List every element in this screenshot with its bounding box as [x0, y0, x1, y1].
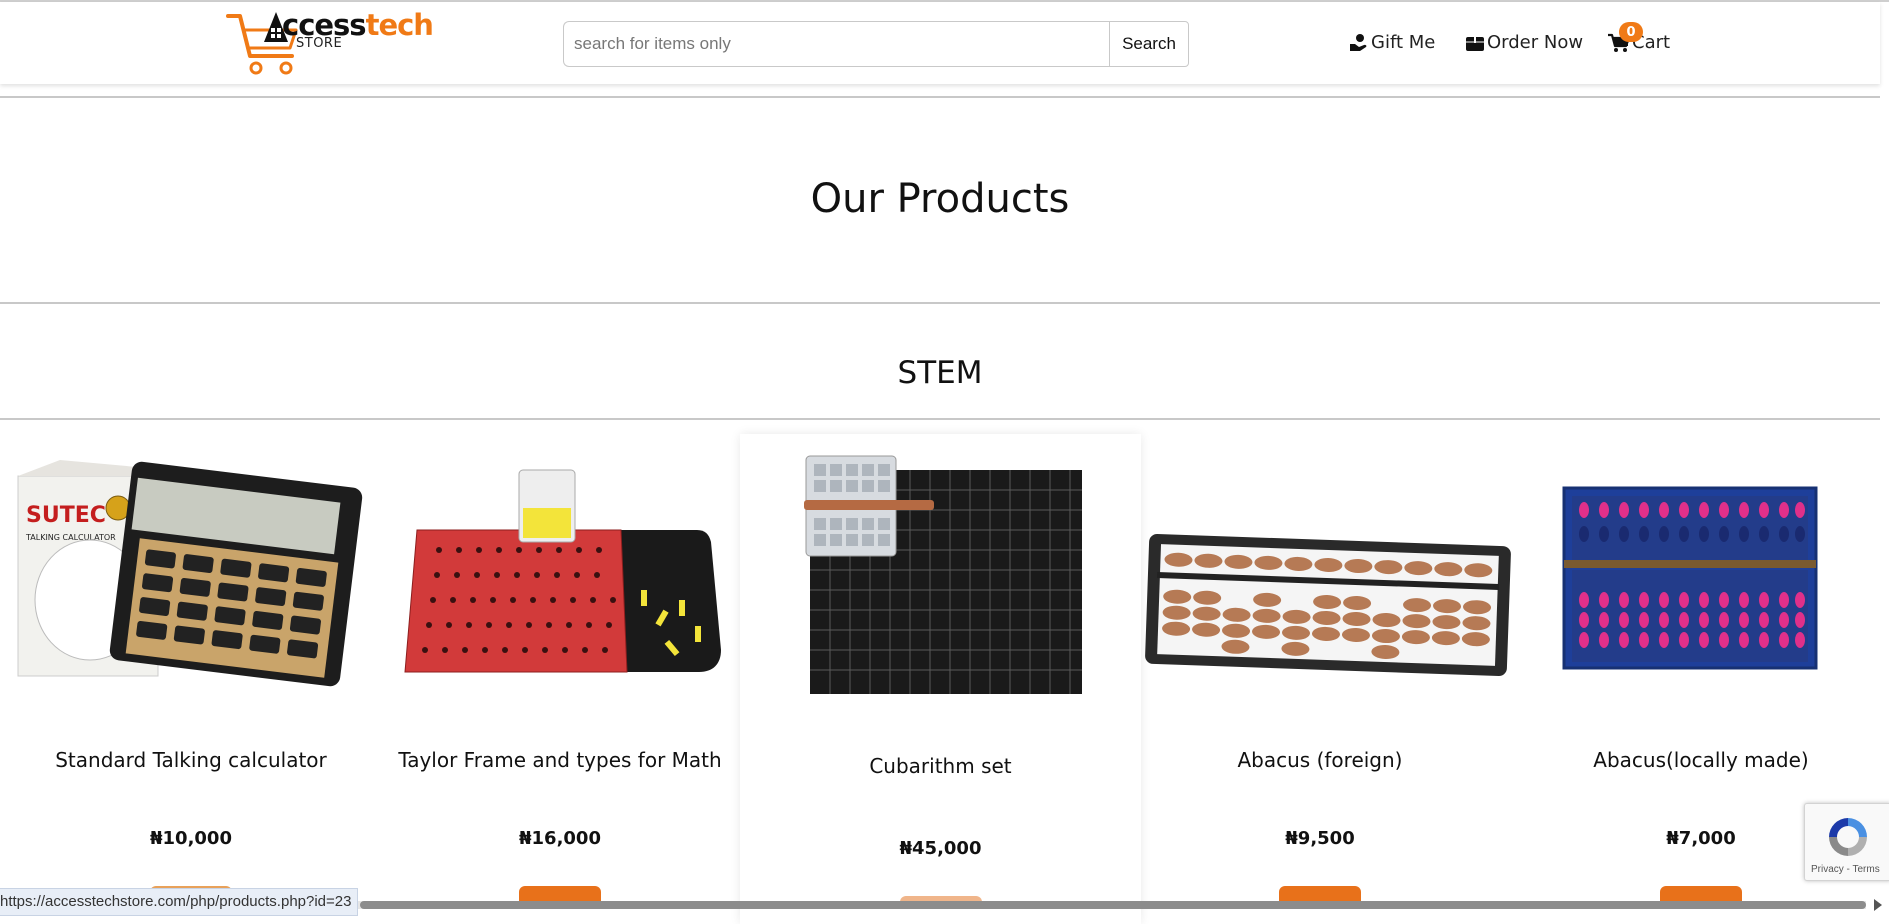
recaptcha-badge[interactable]: Privacy - Terms [1804, 803, 1889, 881]
scrollbar-thumb[interactable] [360, 901, 1866, 909]
product-name[interactable]: Taylor Frame and types for Math [369, 748, 751, 772]
product-name[interactable]: Abacus (foreign) [1129, 748, 1511, 772]
product-image-abacus-foreign [1145, 533, 1511, 677]
recaptcha-icon [1829, 818, 1867, 856]
svg-text:SUTEC: SUTEC [26, 503, 106, 528]
product-image-cubarithm [804, 455, 1082, 694]
search-input[interactable] [563, 21, 1130, 67]
recaptcha-links[interactable]: Privacy - Terms [1811, 864, 1880, 875]
product-card[interactable]: Abacus (foreign) ₦9,500 [1129, 430, 1511, 920]
product-image-taylor-frame [404, 469, 721, 673]
divider [0, 302, 1880, 304]
site-header: ccesstech STORE Search Gift Me Order Now… [0, 2, 1880, 84]
product-card[interactable]: Cubarithm set ₦45,000 [740, 434, 1141, 924]
cart-count-badge: 0 [1619, 22, 1643, 42]
category-heading: STEM [897, 355, 983, 391]
product-image-calculator: SUTEC TALKING CALCULATOR [17, 460, 363, 687]
nav-order-now[interactable]: Order Now [1465, 32, 1583, 53]
search-button[interactable]: Search [1109, 21, 1189, 67]
box-icon [1466, 36, 1484, 51]
svg-text:TALKING CALCULATOR: TALKING CALCULATOR [25, 533, 116, 542]
product-price: ₦45,000 [899, 838, 982, 859]
logo-store-text: STORE [296, 36, 343, 51]
product-price: ₦10,000 [150, 828, 232, 849]
product-image-abacus-local [1562, 486, 1818, 670]
link-status-bar: https://accesstechstore.com/php/products… [0, 888, 359, 916]
product-price: ₦9,500 [1285, 828, 1355, 849]
product-card[interactable]: SUTEC TALKING CALCULATOR Standard Talkin… [0, 430, 382, 920]
store-logo[interactable]: ccesstech STORE [226, 8, 434, 78]
nav-gift-label: Gift Me [1371, 32, 1436, 53]
scroll-right-arrow-icon[interactable] [1874, 899, 1882, 911]
product-price: ₦16,000 [519, 828, 601, 849]
nav-order-label: Order Now [1487, 32, 1584, 53]
nav-gift-me[interactable]: Gift Me [1349, 32, 1435, 53]
gift-hand-icon [1350, 33, 1367, 51]
divider [0, 418, 1880, 420]
product-name[interactable]: Cubarithm set [740, 754, 1141, 778]
search-form: Search [563, 21, 1189, 69]
divider [0, 96, 1880, 98]
product-name[interactable]: Standard Talking calculator [0, 748, 382, 772]
product-card[interactable]: Taylor Frame and types for Math ₦16,000 [369, 430, 751, 920]
page-title: Our Products [810, 176, 1070, 222]
product-name[interactable]: Abacus(locally made) [1510, 748, 1889, 772]
